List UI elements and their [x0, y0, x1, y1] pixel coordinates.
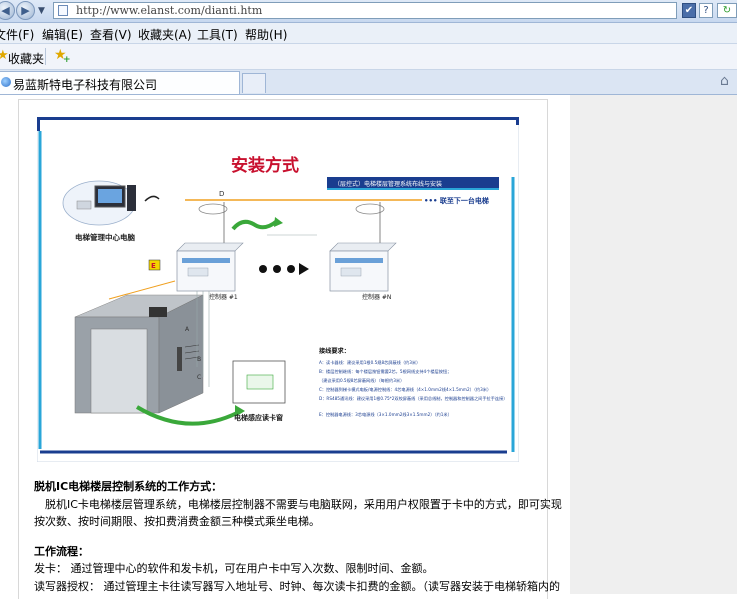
pc-tower-icon	[127, 185, 136, 211]
workflow-reader-auth: 读写器授权： 通过管理主卡往读写器写入地址号、时钟、每次读卡扣费的金额。（读写器…	[34, 580, 560, 593]
favorites-bar: ★ 收藏夹 ★ +	[0, 44, 737, 70]
right-sidebar	[570, 95, 737, 594]
menu-help[interactable]: 帮助(H)	[245, 26, 287, 43]
compatibility-view-button[interactable]: ✔	[682, 3, 696, 18]
favorites-button[interactable]: 收藏夹	[8, 50, 44, 67]
banner-underline	[327, 188, 499, 190]
wiring-line-d: D：RS485通讯线：建议采用1根0.75*2双绞屏蔽线（采用总线制，控制器和控…	[319, 395, 507, 402]
forward-button[interactable]: ▶	[16, 1, 35, 20]
back-arrow-icon: ◀	[1, 4, 10, 17]
label-d: D	[219, 190, 224, 198]
question-icon: ?	[703, 5, 709, 16]
pc-label: 电梯管理中心电脑	[75, 232, 135, 242]
forward-arrow-icon: ▶	[21, 4, 30, 17]
back-button[interactable]: ◀	[0, 1, 15, 20]
menu-view[interactable]: 查看(V)	[90, 26, 132, 43]
home-icon[interactable]: ⌂	[720, 73, 729, 89]
controller-n-label: 控制器 #N	[362, 293, 391, 301]
help-dropdown-button[interactable]: ?	[699, 3, 713, 18]
page-icon	[58, 5, 68, 16]
controller-1-top	[176, 242, 244, 252]
menu-file[interactable]: 文件(F)	[0, 26, 34, 43]
wiring-line-b: B：楼层控制继线：每个楼层按钮需要2芯，5根网线支持4个楼层按钮；	[319, 368, 451, 375]
tab-bar: 易蓝斯特电子科技有限公司 ⌂	[0, 70, 737, 95]
controller-1-panel	[187, 267, 209, 277]
new-tab-button[interactable]	[242, 73, 266, 93]
page-content: 安装方式 （层控式）电梯楼层管理系统布线与安装 ••• 联至下一台电梯 D 电梯…	[0, 95, 737, 599]
card-reader-hand-icon	[246, 374, 274, 390]
refresh-icon: ↻	[722, 5, 732, 16]
menu-edit[interactable]: 编辑(E)	[42, 26, 83, 43]
controller-n-stripe	[335, 258, 383, 263]
ie-globe-icon	[1, 77, 11, 87]
label-c: C	[197, 374, 201, 381]
dot-3	[287, 265, 295, 273]
card-reader-label: 电梯感应读卡窗	[234, 413, 283, 422]
menu-tools[interactable]: 工具(T)	[197, 26, 238, 43]
dot-1	[259, 265, 267, 273]
wiring-line-b2: （建议采用0.5规8芯屏蔽网线）（每根约3米）	[319, 377, 404, 384]
elevator-door	[90, 328, 148, 414]
installation-diagram: 安装方式 （层控式）电梯楼层管理系统布线与安装 ••• 联至下一台电梯 D 电梯…	[37, 117, 519, 462]
controller-n-top	[329, 242, 397, 252]
address-bar: ◀ ▶ ▼ http://www.elanst.com/dianti.htm ✔…	[0, 0, 737, 23]
wiring-line-c: C：控制器到梯卡模式电板/电源控制线：4芯电源线（4×1.0mm2线4×1.5m…	[319, 386, 491, 393]
wiring-line-e: E：控制器电源线：3芯电源线（3×1.0mm2线3×1.5mm2）（约1米）	[319, 411, 452, 418]
workflow-issue-card: 发卡： 通过管理中心的软件和发卡机，可在用户卡中写入次数、限制时间、金额。	[34, 562, 434, 575]
wiring-title: 接线要求：	[319, 347, 350, 355]
wiring-line-a: A：读卡器线：建议采用1根0.5规8芯屏蔽线（约3米）	[319, 359, 420, 366]
paragraph-line-1: 脱机IC卡电梯楼层管理系统，电梯楼层控制器不需要与电脑联网，采用用户权限置于卡中…	[45, 498, 562, 511]
url-text: http://www.elanst.com/dianti.htm	[76, 4, 263, 17]
elevator-sign-icon	[149, 307, 167, 317]
banner-text: （层控式）电梯楼层管理系统布线与安装	[334, 180, 442, 188]
controller-1-label: 控制器 #1	[209, 293, 238, 301]
heading-working-mode: 脱机IC电梯楼层控制系统的工作方式：	[34, 480, 223, 493]
menu-bar: 文件(F) 编辑(E) 查看(V) 收藏夹(A) 工具(T) 帮助(H)	[0, 23, 737, 44]
card-issuer-icon	[76, 200, 92, 210]
chevron-down-icon[interactable]: ▼	[38, 6, 45, 16]
diagram-title: 安装方式	[231, 155, 299, 176]
label-e: E	[151, 262, 156, 270]
tab-title: 易蓝斯特电子科技有限公司	[13, 78, 158, 92]
plus-icon: +	[63, 55, 71, 65]
dot-2	[273, 265, 281, 273]
toolbar-divider	[45, 48, 46, 65]
controller-n-panel	[340, 267, 362, 277]
tab-elanst[interactable]: 易蓝斯特电子科技有限公司	[0, 71, 240, 94]
check-icon: ✔	[684, 5, 694, 16]
floor-button-panel	[177, 347, 182, 371]
next-elevator-text: ••• 联至下一台电梯	[424, 196, 489, 205]
label-b: B	[197, 356, 201, 363]
url-input[interactable]: http://www.elanst.com/dianti.htm	[53, 2, 677, 19]
menu-favorites[interactable]: 收藏夹(A)	[138, 26, 192, 43]
controller-1-stripe	[182, 258, 230, 263]
monitor-screen	[98, 189, 122, 203]
refresh-button[interactable]: ↻	[717, 3, 737, 18]
heading-workflow: 工作流程：	[34, 545, 89, 558]
paragraph-line-2: 按次数、按时间期限、按扣费消费金额三种模式乘坐电梯。	[34, 515, 320, 528]
